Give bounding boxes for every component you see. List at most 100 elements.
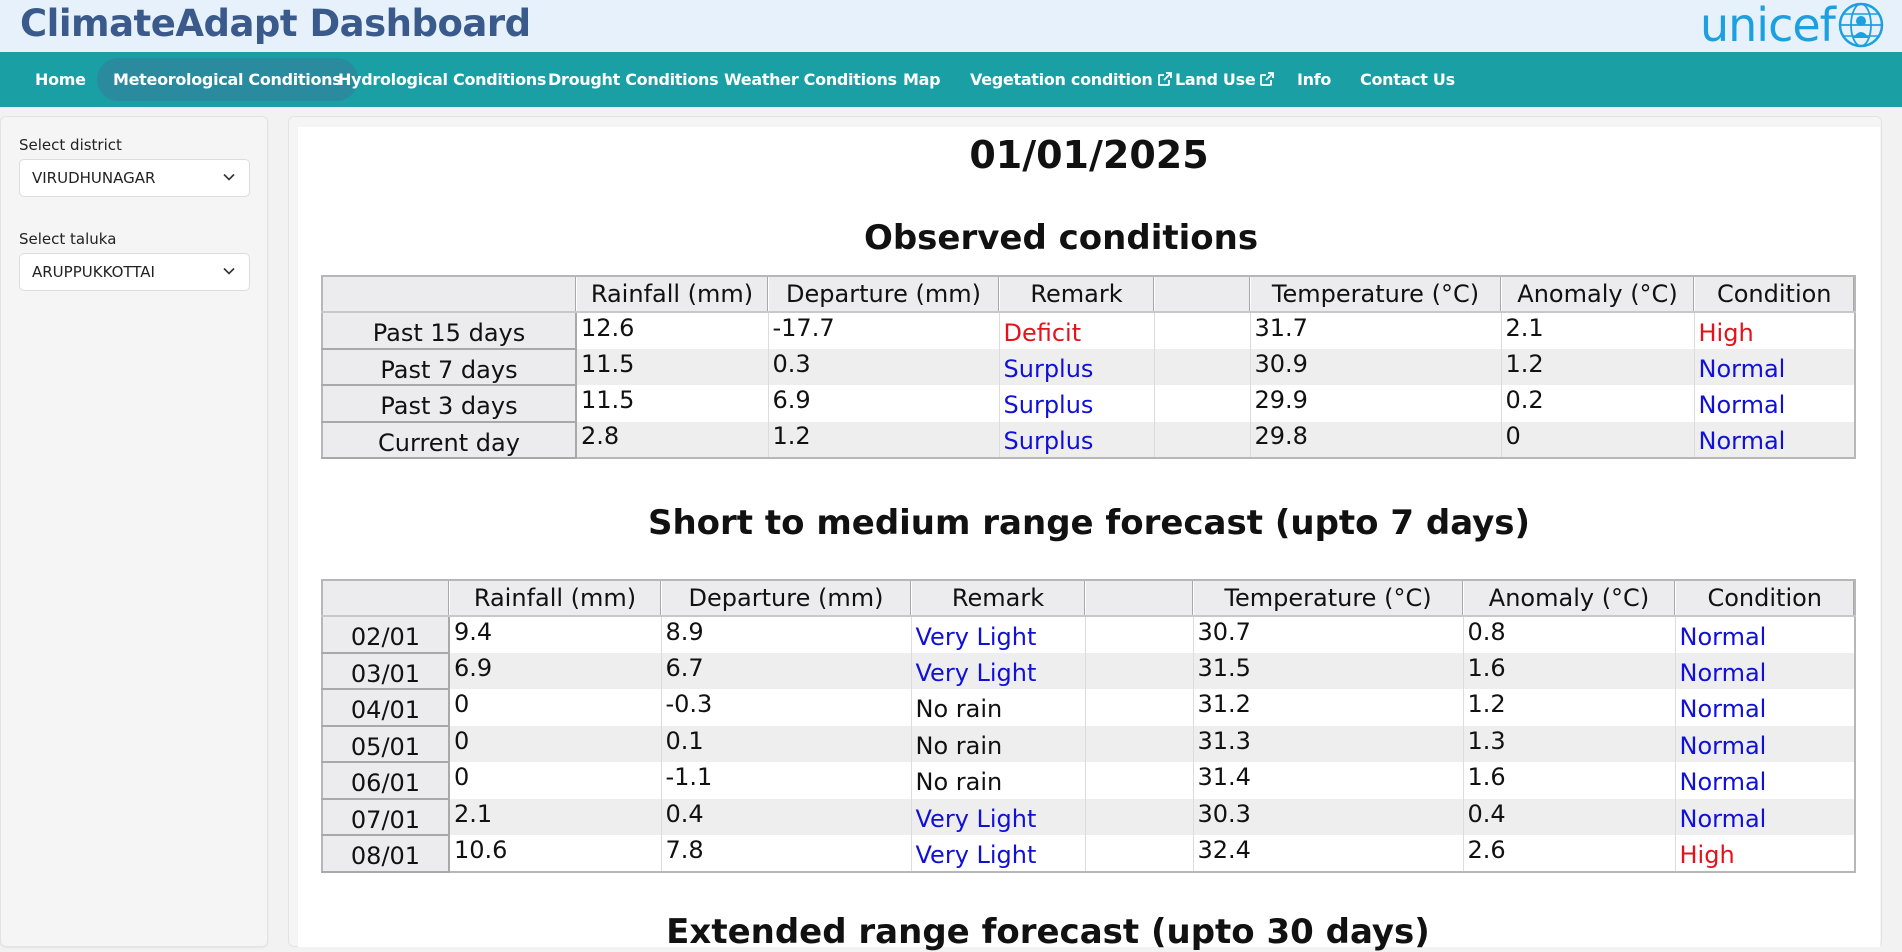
chevron-down-icon	[223, 173, 235, 181]
nav-home[interactable]: Home	[19, 58, 102, 101]
app-title: ClimateAdapt Dashboard	[20, 2, 531, 45]
row-label: 05/01	[321, 725, 450, 763]
rainfall-cell: 11.5	[576, 348, 769, 385]
nav-weather-conditions[interactable]: Weather Conditions	[708, 58, 913, 101]
column-header: Condition	[1694, 276, 1856, 313]
nav-info[interactable]: Info	[1281, 58, 1347, 101]
row-label: Past 15 days	[321, 311, 577, 350]
spacer-cell	[1154, 348, 1251, 385]
departure-cell: -0.3	[661, 689, 912, 726]
column-header: Anomaly (°C)	[1501, 276, 1695, 313]
nav-map[interactable]: Map	[887, 58, 956, 101]
table-row: Current day 2.8 1.2 Surplus 29.8 0 Normal	[321, 421, 1856, 459]
rainfall-cell: 0	[449, 725, 662, 762]
departure-cell: 8.9	[661, 616, 912, 653]
row-label: 04/01	[321, 688, 450, 727]
table-row: 02/01 9.4 8.9 Very Light 30.7 0.8 Normal	[321, 615, 1856, 654]
report-content[interactable]: 01/01/2025 Observed conditions Rainfall …	[298, 127, 1880, 952]
spacer-cell	[1085, 616, 1194, 653]
column-header: Condition	[1675, 580, 1856, 617]
nav-vegetation-label: Vegetation condition	[970, 70, 1153, 89]
rainfall-cell: 0	[449, 689, 662, 726]
condition-cell: High	[1694, 312, 1856, 349]
observed-table: Rainfall (mm) Departure (mm) Remark Tempera…	[321, 275, 1856, 459]
temperature-cell: 31.2	[1193, 689, 1464, 726]
row-label-text: 03/01	[350, 659, 421, 688]
anomaly-cell: 1.6	[1463, 652, 1676, 689]
table-header-row: Rainfall (mm) Departure (mm) Remark Tempera…	[322, 580, 1856, 617]
row-label-text: 02/01	[350, 623, 421, 652]
header-bar: ClimateAdapt Dashboard unicef	[0, 0, 1902, 52]
external-link-icon	[1260, 72, 1275, 86]
spacer-cell	[1154, 312, 1251, 349]
column-header: Departure (mm)	[768, 276, 1000, 313]
condition-cell: Normal	[1675, 725, 1856, 762]
condition-cell: Normal	[1694, 348, 1856, 385]
anomaly-cell: 0.4	[1463, 798, 1676, 835]
condition-cell: Normal	[1694, 385, 1856, 422]
remark-cell: No rain	[911, 725, 1086, 762]
condition-cell: Normal	[1675, 762, 1856, 799]
table-row: 08/01 10.6 7.8 Very Light 32.4 2.6 High	[321, 834, 1856, 873]
condition-cell: Normal	[1675, 652, 1856, 689]
spacer-cell	[1154, 385, 1251, 422]
row-label-text: 08/01	[350, 842, 421, 871]
remark-cell: Very Light	[911, 616, 1086, 653]
nav-contact-label: Contact Us	[1360, 70, 1455, 89]
rainfall-cell: 0	[449, 762, 662, 799]
unicef-emblem-icon	[1838, 2, 1884, 48]
district-label: Select district	[19, 136, 122, 154]
temperature-cell: 31.4	[1193, 762, 1464, 799]
nav-vegetation-condition[interactable]: Vegetation condition	[954, 58, 1189, 101]
row-label: 08/01	[321, 834, 450, 873]
departure-cell: 0.3	[768, 348, 1000, 385]
departure-cell: 7.8	[661, 835, 912, 872]
nav-drought-conditions[interactable]: Drought Conditions	[532, 58, 734, 101]
row-label-text: Past 3 days	[380, 392, 518, 421]
remark-cell: No rain	[911, 689, 1086, 726]
rainfall-cell: 12.6	[576, 312, 769, 349]
nav-meteorological-conditions[interactable]: Meteorological Conditions	[97, 58, 358, 101]
rainfall-cell: 10.6	[449, 835, 662, 872]
taluka-select[interactable]: ARUPPUKKOTTAI	[19, 253, 250, 291]
row-label: Past 3 days	[321, 384, 577, 423]
rainfall-cell: 9.4	[449, 616, 662, 653]
table-header-row: Rainfall (mm) Departure (mm) Remark Tempera…	[322, 276, 1856, 313]
row-label: 03/01	[321, 652, 450, 690]
anomaly-cell: 0.2	[1501, 385, 1695, 422]
spacer-cell	[1085, 725, 1194, 762]
temperature-cell: 31.7	[1250, 312, 1502, 349]
column-header	[322, 580, 450, 617]
observed-title: Observed conditions	[863, 218, 1259, 258]
table-row: 06/01 0 -1.1 No rain 31.4 1.6 Normal	[321, 761, 1856, 800]
nav-drought-label: Drought Conditions	[548, 70, 719, 89]
column-header	[1085, 580, 1194, 617]
nav-land-use-label: Land Use	[1175, 70, 1256, 89]
nav-contact-us[interactable]: Contact Us	[1344, 58, 1471, 101]
remark-cell: Very Light	[911, 798, 1086, 835]
nav-meteorological-label: Meteorological Conditions	[113, 70, 342, 89]
temperature-cell: 29.9	[1250, 385, 1502, 422]
nav-home-label: Home	[35, 70, 86, 89]
rainfall-cell: 11.5	[576, 385, 769, 422]
rainfall-cell: 6.9	[449, 652, 662, 689]
rainfall-cell: 2.8	[576, 421, 769, 458]
table-row: 03/01 6.9 6.7 Very Light 31.5 1.6 Normal	[321, 652, 1856, 690]
row-label-text: 04/01	[350, 696, 421, 725]
column-header: Departure (mm)	[661, 580, 912, 617]
anomaly-cell: 1.3	[1463, 725, 1676, 762]
condition-cell: High	[1675, 835, 1856, 872]
column-header: Rainfall (mm)	[576, 276, 769, 313]
unicef-logo[interactable]: unicef	[1700, 0, 1884, 50]
district-select[interactable]: VIRUDHUNAGAR	[19, 159, 250, 197]
nav-land-use[interactable]: Land Use	[1159, 58, 1291, 101]
nav-hydrological-conditions[interactable]: Hydrological Conditions	[322, 58, 562, 101]
condition-cell: Normal	[1675, 689, 1856, 726]
column-header: Temperature (°C)	[1250, 276, 1502, 313]
spacer-cell	[1085, 798, 1194, 835]
extended-forecast-title: Extended range forecast (upto 30 days)	[666, 912, 1430, 952]
anomaly-cell: 2.1	[1501, 312, 1695, 349]
anomaly-cell: 1.2	[1463, 689, 1676, 726]
row-label-text: Current day	[378, 428, 520, 457]
row-label-text: Past 15 days	[372, 319, 526, 348]
